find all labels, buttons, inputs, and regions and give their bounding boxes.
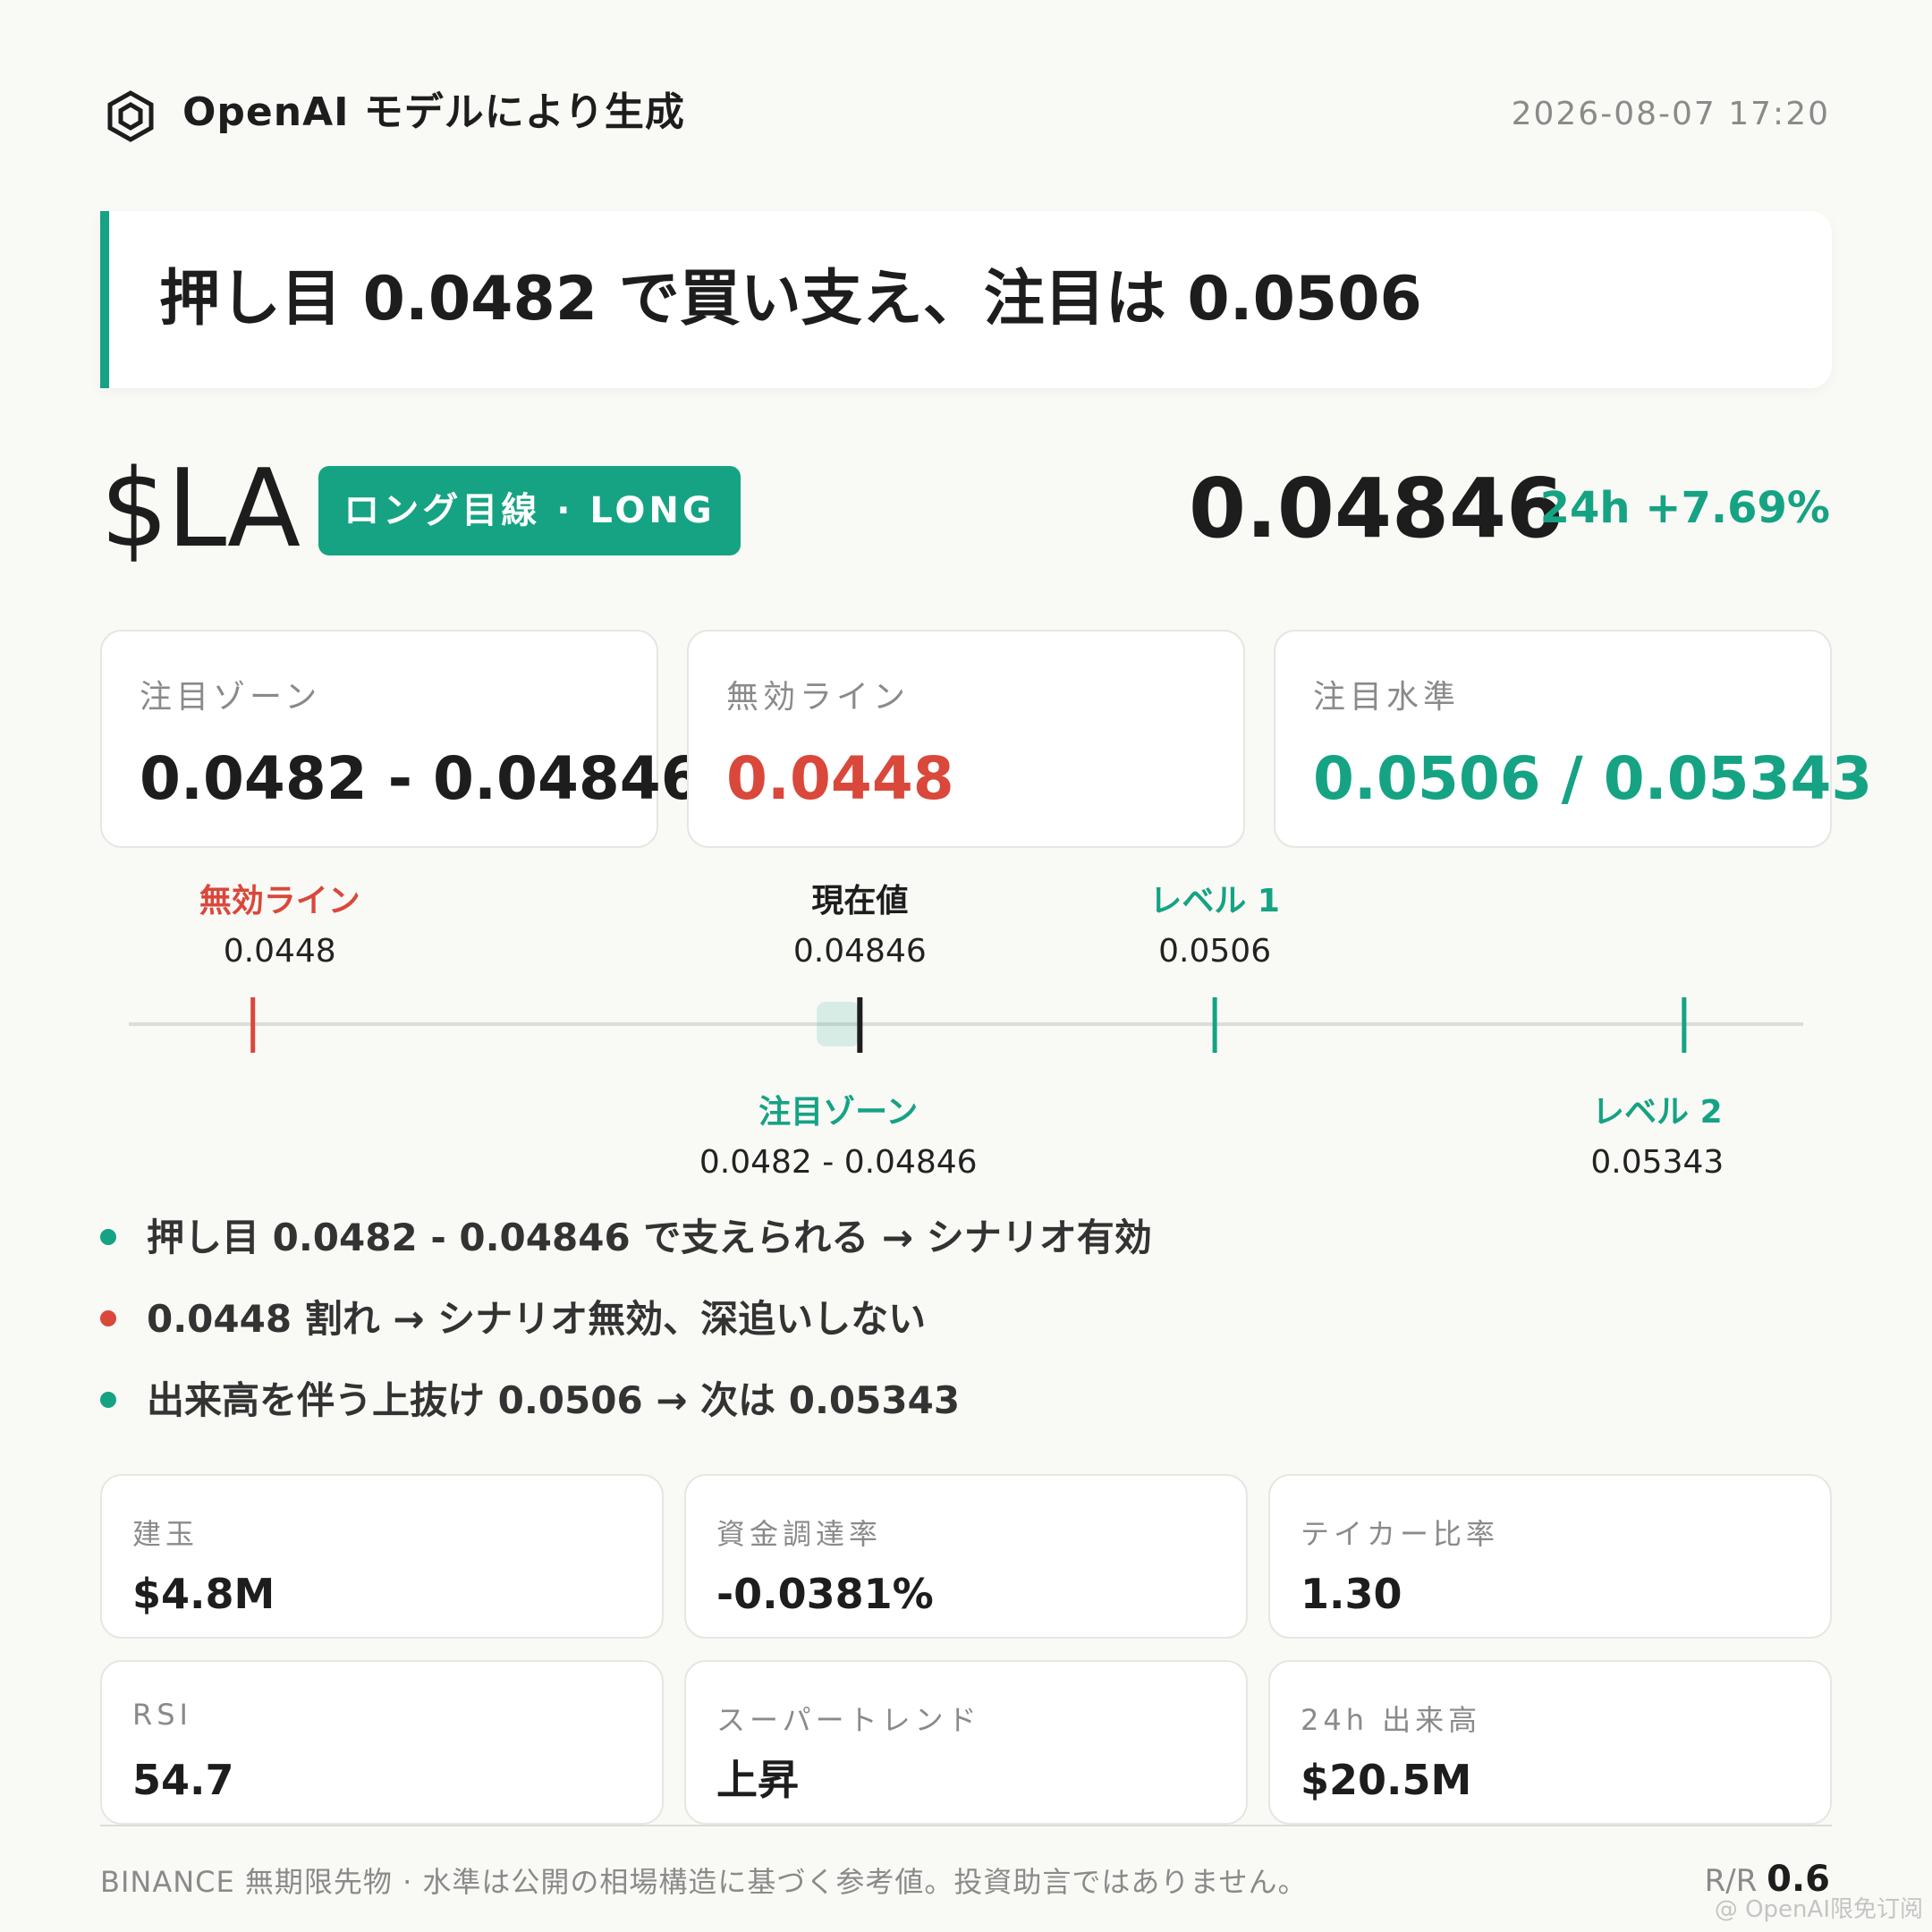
ladder-zone-title: 注目ゾーン [758, 1094, 919, 1131]
brand-title: OpenAI モデルにより生成 [182, 89, 685, 135]
timestamp: 2026-08-07 17:20 [1511, 96, 1830, 132]
direction-badge: ロング目線 · LONG [318, 466, 741, 555]
rr-label: R/R [1704, 1863, 1758, 1899]
disclaimer: BINANCE 無期限先物 · 水準は公開の相場構造に基づく参考値。投資助言では… [100, 1865, 1308, 1899]
footer-divider [100, 1825, 1832, 1826]
card-label: 注目水準 [1313, 679, 1461, 716]
headline-accent-bar [100, 211, 109, 388]
metric-value: 1.30 [1301, 1570, 1402, 1618]
metric-volume-24h: 24h 出来高 $20.5M [1268, 1660, 1832, 1825]
metric-value: 54.7 [132, 1756, 234, 1804]
ladder-current-title: 現在値 [811, 883, 909, 919]
target-levels-card: 注目水準 0.0506 / 0.05343 [1274, 630, 1872, 848]
current-price: 0.04846 [1188, 461, 1563, 556]
metric-label: スーパートレンド [716, 1703, 981, 1737]
card-label: 注目ゾーン [140, 679, 322, 716]
metric-taker-ratio: テイカー比率 1.30 [1268, 1474, 1832, 1639]
metric-value: -0.0381% [716, 1570, 934, 1618]
bullet-dot-icon [100, 1228, 116, 1245]
watermark: @ OpenAI限免订阅 [1714, 1896, 1923, 1923]
metric-rsi: RSI 54.7 [100, 1660, 664, 1825]
metric-label: テイカー比率 [1301, 1517, 1500, 1551]
metric-funding-rate: 資金調達率 -0.0381% [684, 1474, 1248, 1639]
headline-card: 押し目 0.0482 で買い支え、注目は 0.0506 [100, 211, 1832, 388]
ladder-invalid-title: 無効ライン [199, 883, 360, 919]
ladder-level-1-title: レベル 1 [1149, 883, 1280, 919]
ladder-current-value: 0.04846 [792, 933, 927, 970]
card-label: 無効ライン [726, 679, 911, 716]
metric-label: 建玉 [132, 1517, 199, 1551]
bullet-dot-icon [100, 1391, 116, 1408]
metric-label: 24h 出来高 [1301, 1703, 1482, 1737]
metric-value: 上昇 [716, 1756, 799, 1804]
scenario-item: 0.0448 割れ → シナリオ無効、深追いしない [100, 1291, 926, 1348]
card-value: 0.0448 [726, 744, 954, 813]
ladder-invalid-value: 0.0448 [223, 933, 336, 970]
focus-zone-band [817, 1002, 860, 1046]
scenario-text: 0.0448 割れ → シナリオ無効、深追いしない [147, 1297, 927, 1341]
hexagon-logo-icon [107, 90, 154, 142]
scenario-item: 出来高を伴う上抜け 0.0506 → 次は 0.05343 [100, 1372, 960, 1429]
card-value: 0.0506 / 0.05343 [1313, 744, 1873, 813]
focus-zone-card: 注目ゾーン 0.0482 - 0.04846 [100, 630, 702, 848]
metric-supertrend: スーパートレンド 上昇 [684, 1660, 1248, 1825]
ladder-level-1-value: 0.0506 [1158, 933, 1272, 970]
scenario-text: 押し目 0.0482 - 0.04846 で支えられる → シナリオ有効 [147, 1216, 1152, 1259]
metric-label: 資金調達率 [716, 1517, 883, 1551]
ladder-level-2-title: レベル 2 [1592, 1094, 1723, 1131]
price-change-24h: 24h +7.69% [1539, 483, 1830, 533]
ladder-level-2-value: 0.05343 [1590, 1144, 1724, 1181]
metric-value: $20.5M [1301, 1756, 1472, 1804]
bullet-dot-icon [100, 1309, 116, 1326]
headline: 押し目 0.0482 で買い支え、注目は 0.0506 [159, 264, 1422, 335]
metric-value: $4.8M [132, 1570, 275, 1618]
metric-label: RSI [132, 1698, 192, 1732]
metric-open-interest: 建玉 $4.8M [100, 1474, 664, 1639]
card-value: 0.0482 - 0.04846 [140, 744, 702, 813]
scenario-text: 出来高を伴う上抜け 0.0506 → 次は 0.05343 [147, 1378, 961, 1422]
ticker-symbol: $LA [100, 447, 301, 572]
ladder-zone-value: 0.0482 - 0.04846 [699, 1144, 978, 1181]
scenario-item: 押し目 0.0482 - 0.04846 で支えられる → シナリオ有効 [100, 1209, 1152, 1267]
invalidation-card: 無効ライン 0.0448 [687, 630, 1245, 848]
